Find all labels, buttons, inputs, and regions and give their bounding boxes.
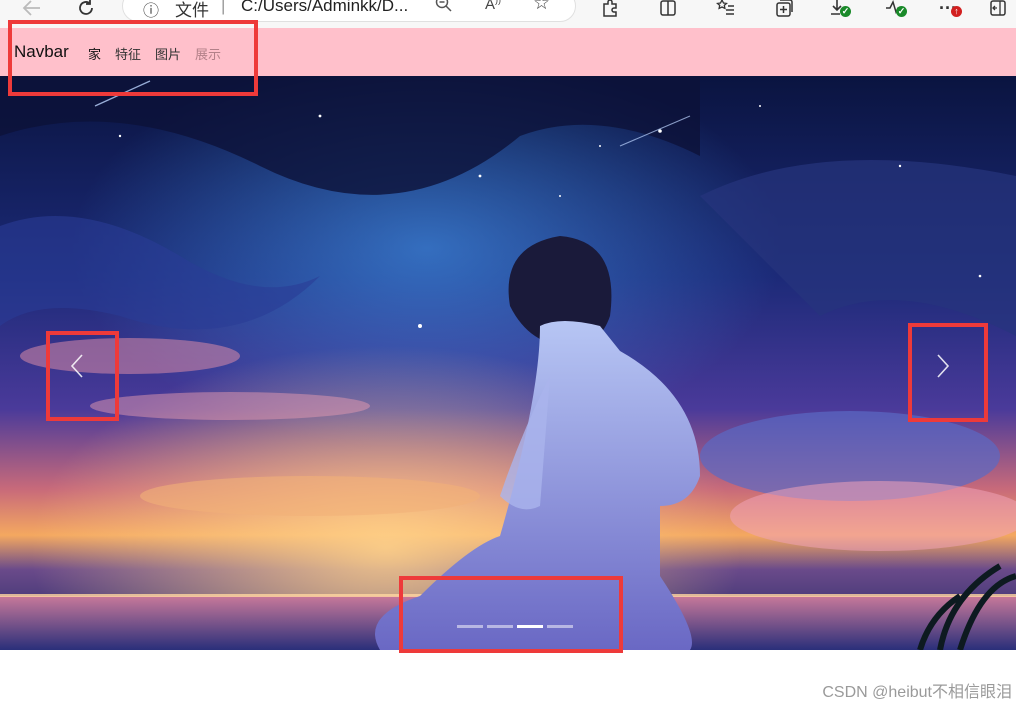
downloads-icon[interactable]: ✓	[826, 0, 851, 20]
nav-item-display: 展示	[195, 47, 222, 62]
address-file-label: 文件	[175, 1, 209, 20]
download-complete-badge: ✓	[840, 6, 851, 17]
chevron-right-icon	[937, 354, 950, 378]
image-carousel	[0, 76, 1016, 650]
info-icon[interactable]: ⓘ	[143, 0, 159, 21]
nav-item-home[interactable]: 家	[88, 44, 101, 63]
csdn-watermark: CSDN @heibut不相信眼泪	[822, 684, 1012, 701]
address-url[interactable]: C:/Users/Adminkk/D...	[241, 0, 408, 16]
back-arrow-icon[interactable]	[20, 0, 44, 20]
collections-icon[interactable]	[772, 0, 796, 20]
carousel-prev-button[interactable]	[47, 296, 107, 436]
performance-icon[interactable]: ✓	[882, 0, 907, 20]
zoom-out-icon[interactable]	[435, 0, 453, 18]
carousel-indicators	[455, 625, 575, 631]
carousel-indicator-2[interactable]	[487, 625, 513, 628]
carousel-indicator-3[interactable]	[517, 625, 543, 628]
carousel-next-button[interactable]	[913, 296, 973, 436]
address-separator: |	[221, 0, 226, 15]
sidebar-toggle-icon[interactable]	[986, 0, 1010, 20]
browser-toolbar: ⓘ 文件 | C:/Users/Adminkk/D... A)) ☆ ✓ ✓ ·…	[0, 0, 1016, 28]
extensions-icon[interactable]	[598, 0, 622, 20]
nav-item-pictures[interactable]: 图片	[155, 44, 181, 63]
read-aloud-icon[interactable]: A))	[485, 0, 501, 13]
carousel-slide-image	[0, 76, 1016, 650]
address-bar[interactable]: ⓘ 文件 | C:/Users/Adminkk/D... A)) ☆	[122, 0, 576, 22]
carousel-indicator-4[interactable]	[547, 625, 573, 628]
nav-item-features[interactable]: 特征	[115, 44, 141, 63]
favorites-list-icon[interactable]	[714, 0, 738, 20]
performance-badge: ✓	[896, 6, 907, 17]
navbar-brand[interactable]: Navbar	[14, 42, 69, 62]
more-options-icon[interactable]: ··· ↑	[936, 0, 962, 20]
chevron-left-icon	[70, 354, 83, 378]
navbar: Navbar 家 特征 图片 展示	[0, 28, 1016, 76]
favorite-star-icon[interactable]: ☆	[533, 0, 550, 15]
update-badge: ↑	[951, 6, 962, 17]
split-screen-icon[interactable]	[656, 0, 680, 20]
carousel-indicator-1[interactable]	[457, 625, 483, 628]
refresh-icon[interactable]	[74, 0, 98, 20]
